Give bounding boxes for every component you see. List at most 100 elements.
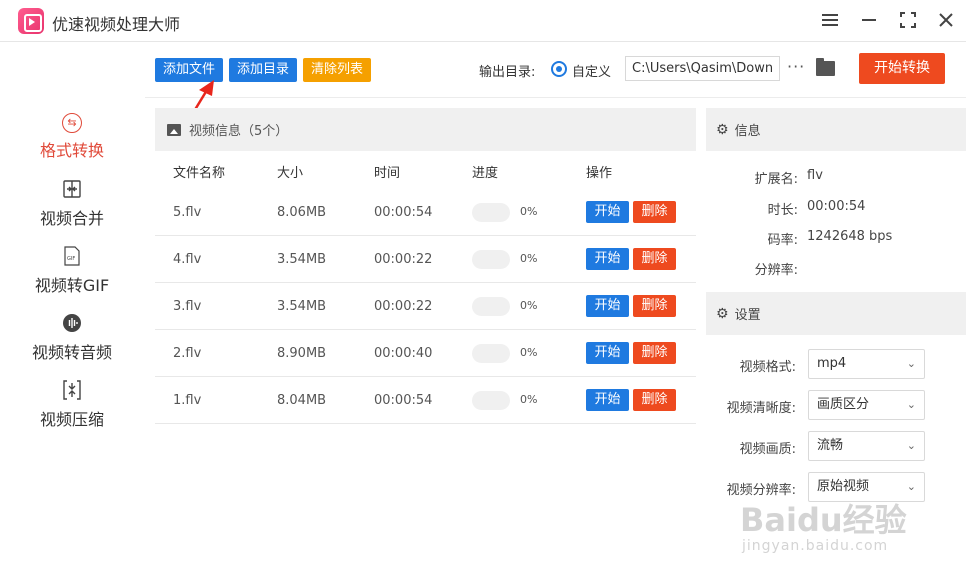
custom-radio-label: 自定义 — [572, 65, 612, 80]
sidebar-item-video-compress[interactable]: 视频压缩 — [0, 380, 144, 430]
info-header: ⚙ 信息 — [706, 108, 966, 151]
video-resolution-value: 原始视频 — [817, 479, 870, 494]
audio-wave-icon — [61, 313, 83, 335]
file-size: 8.90MB — [277, 346, 327, 361]
file-size: 3.54MB — [277, 252, 327, 267]
delete-button[interactable]: 删除 — [633, 201, 676, 223]
compress-icon — [61, 380, 83, 402]
browse-more-button[interactable]: ··· — [787, 57, 805, 76]
chevron-down-icon: ⌄ — [906, 480, 916, 493]
format-label: 视频格式: — [739, 360, 796, 375]
menu-icon[interactable] — [818, 8, 842, 32]
info-panel: ⚙ 信息 扩展名: flv 时长: 00:00:54 码率: 1242648 b… — [706, 108, 966, 290]
svg-text:GIF: GIF — [67, 256, 75, 262]
table-row[interactable]: 4.flv 3.54MB 00:00:22 0% 开始 删除 — [155, 236, 696, 283]
image-icon — [167, 123, 181, 136]
video-list-panel: 视频信息（5个） 文件名称 大小 时间 进度 操作 5.flv 8.06MB 0… — [155, 108, 696, 578]
title-bar: 优速视频处理大师 — [0, 0, 966, 42]
progress-percent: 0% — [520, 299, 538, 312]
table-row[interactable]: 5.flv 8.06MB 00:00:54 0% 开始 删除 — [155, 189, 696, 236]
sidebar-item-label: 视频转音频 — [31, 343, 112, 362]
col-header-size: 大小 — [277, 166, 304, 181]
sidebar-item-video-to-audio[interactable]: 视频转音频 — [0, 313, 144, 363]
start-button[interactable]: 开始 — [586, 248, 629, 270]
video-info-title: 视频信息（5个） — [189, 124, 289, 139]
file-name: 3.flv — [173, 299, 202, 314]
clarity-select[interactable]: 画质区分 ⌄ — [808, 390, 925, 420]
sidebar-item-format-convert[interactable]: ⇆ 格式转换 — [0, 113, 144, 161]
progress-percent: 0% — [520, 205, 538, 218]
col-header-time: 时间 — [374, 166, 401, 181]
file-size: 8.04MB — [277, 393, 327, 408]
start-button[interactable]: 开始 — [586, 342, 629, 364]
delete-button[interactable]: 删除 — [633, 295, 676, 317]
ext-label: 扩展名: — [754, 172, 798, 187]
col-header-name: 文件名称 — [173, 166, 226, 181]
maximize-icon[interactable] — [896, 8, 920, 32]
watermark-logo: Baidu经验 — [740, 501, 907, 539]
duration-value: 00:00:54 — [807, 199, 866, 214]
file-name: 1.flv — [173, 393, 202, 408]
minimize-icon[interactable] — [857, 8, 881, 32]
progress-percent: 0% — [520, 252, 538, 265]
file-name: 2.flv — [173, 346, 202, 361]
file-size: 8.06MB — [277, 205, 327, 220]
bitrate-value: 1242648 bps — [807, 229, 893, 244]
sidebar-item-label: 视频转GIF — [34, 276, 110, 295]
clarity-label: 视频清晰度: — [726, 401, 796, 416]
gear-icon: ⚙ — [716, 305, 729, 322]
output-dir-label: 输出目录: — [479, 65, 536, 80]
merge-icon — [61, 179, 83, 201]
clear-list-button[interactable]: 清除列表 — [303, 58, 372, 82]
sidebar-item-video-merge[interactable]: 视频合并 — [0, 179, 144, 229]
progress-bar — [472, 344, 510, 363]
file-time: 00:00:22 — [374, 299, 433, 314]
info-title: 信息 — [734, 124, 761, 139]
table-row[interactable]: 3.flv 3.54MB 00:00:22 0% 开始 删除 — [155, 283, 696, 330]
add-directory-button[interactable]: 添加目录 — [229, 58, 298, 82]
close-icon[interactable] — [934, 8, 958, 32]
app-title: 优速视频处理大师 — [52, 15, 181, 34]
quality-label: 视频画质: — [739, 442, 796, 457]
start-convert-button[interactable]: 开始转换 — [859, 53, 945, 84]
output-path-input[interactable] — [625, 56, 780, 81]
gear-icon: ⚙ — [716, 121, 729, 138]
chevron-down-icon: ⌄ — [906, 398, 916, 411]
duration-label: 时长: — [767, 203, 798, 218]
delete-button[interactable]: 删除 — [633, 389, 676, 411]
col-header-progress: 进度 — [472, 166, 499, 181]
quality-value: 流畅 — [817, 438, 844, 453]
format-value: mp4 — [817, 356, 847, 371]
ext-value: flv — [807, 168, 823, 183]
chevron-down-icon: ⌄ — [906, 439, 916, 452]
delete-button[interactable]: 删除 — [633, 342, 676, 364]
col-header-ops: 操作 — [586, 166, 613, 181]
file-size: 3.54MB — [277, 299, 327, 314]
progress-bar — [472, 203, 510, 222]
custom-radio[interactable] — [551, 61, 567, 77]
progress-bar — [472, 391, 510, 410]
sidebar-item-label: 视频压缩 — [39, 410, 104, 429]
add-file-button[interactable]: 添加文件 — [155, 58, 224, 82]
sidebar-item-video-to-gif[interactable]: GIF 视频转GIF — [0, 246, 144, 296]
start-button[interactable]: 开始 — [586, 389, 629, 411]
table-row[interactable]: 1.flv 8.04MB 00:00:54 0% 开始 删除 — [155, 377, 696, 424]
start-button[interactable]: 开始 — [586, 295, 629, 317]
sidebar-item-label: 视频合并 — [39, 209, 104, 228]
delete-button[interactable]: 删除 — [633, 248, 676, 270]
quality-select[interactable]: 流畅 ⌄ — [808, 431, 925, 461]
file-name: 4.flv — [173, 252, 202, 267]
format-select[interactable]: mp4 ⌄ — [808, 349, 925, 379]
file-time: 00:00:40 — [374, 346, 433, 361]
file-time: 00:00:54 — [374, 393, 433, 408]
progress-bar — [472, 250, 510, 269]
sidebar-item-label: 格式转换 — [39, 141, 104, 160]
start-button[interactable]: 开始 — [586, 201, 629, 223]
settings-header: ⚙ 设置 — [706, 292, 966, 335]
bitrate-label: 码率: — [767, 233, 798, 248]
progress-percent: 0% — [520, 393, 538, 406]
chevron-down-icon: ⌄ — [906, 357, 916, 370]
folder-icon[interactable] — [816, 58, 835, 76]
table-row[interactable]: 2.flv 8.90MB 00:00:40 0% 开始 删除 — [155, 330, 696, 377]
panel-header: 视频信息（5个） — [155, 108, 696, 151]
